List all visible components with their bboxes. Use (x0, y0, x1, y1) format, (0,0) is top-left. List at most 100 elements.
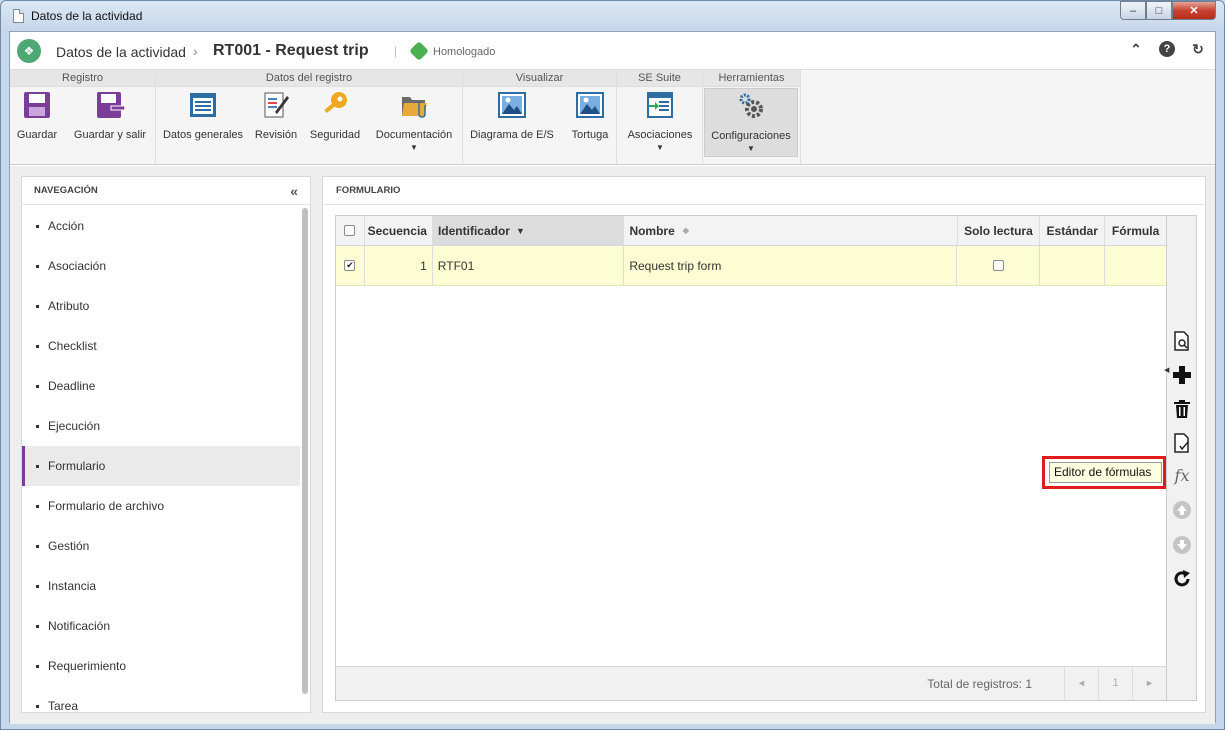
nav-item-formulario[interactable]: Formulario (22, 446, 300, 486)
bullet-icon (36, 705, 39, 709)
nav-item-checklist[interactable]: Checklist (22, 326, 300, 366)
nav-item-tarea[interactable]: Tarea (22, 686, 300, 712)
formula-editor-tooltip: Editor de fórmulas (1049, 462, 1162, 483)
general-data-button[interactable]: Datos generales (160, 90, 246, 141)
form-panel-title: FORMULARIO (323, 177, 1205, 205)
column-header-solo-lectura[interactable]: Solo lectura (958, 216, 1041, 245)
revision-icon (264, 92, 289, 118)
navigation-list: Acción Asociación Atributo Checklist Dea… (22, 206, 300, 712)
folder-clip-icon (402, 97, 427, 118)
navigation-panel: NAVEGACIÓN « Acción Asociación Atributo … (21, 176, 311, 713)
security-label: Seguridad (309, 129, 361, 141)
minimize-button[interactable]: – (1120, 1, 1146, 20)
ribbon-group-title: Visualizar (463, 70, 616, 87)
formula-editor-icon[interactable]: fx (1171, 464, 1193, 486)
bullet-icon (36, 265, 39, 269)
cell-nombre: Request trip form (624, 246, 958, 285)
refresh-grid-icon[interactable] (1171, 568, 1193, 590)
window-title: Datos de la actividad (31, 9, 143, 23)
security-button[interactable]: Seguridad (306, 90, 364, 141)
table-row[interactable]: ✔ 1 RTF01 Request trip form (336, 246, 1166, 286)
nav-item-label: Deadline (48, 379, 96, 393)
cell-identificador: RTF01 (433, 246, 625, 285)
title-bar: Datos de la actividad – □ ✕ (1, 1, 1224, 31)
bullet-icon (36, 545, 39, 549)
save-and-exit-button[interactable]: Guardar y salir (66, 90, 154, 141)
document-icon (13, 9, 24, 23)
diagram-image-icon (498, 92, 526, 118)
edit-document-icon[interactable] (1171, 432, 1193, 454)
table-footer: Total de registros: 1 ◄ 1 ► (336, 666, 1166, 700)
delete-icon[interactable] (1171, 398, 1193, 420)
documentation-label: Documentación (375, 129, 453, 141)
io-diagram-button[interactable]: Diagrama de E/S (469, 90, 555, 141)
column-header-formula[interactable]: Fórmula (1105, 216, 1166, 245)
add-icon[interactable] (1171, 364, 1193, 386)
prev-page-button[interactable]: ◄ (1064, 667, 1098, 700)
nav-item-requerimiento[interactable]: Requerimiento (22, 646, 300, 686)
turtle-image-icon (576, 92, 604, 118)
bullet-icon (36, 385, 39, 389)
select-all-checkbox[interactable] (344, 225, 356, 236)
breadcrumb-parent[interactable]: Datos de la actividad (56, 44, 186, 60)
nav-item-accion[interactable]: Acción (22, 206, 300, 246)
navigation-title: NAVEGACIÓN (34, 185, 98, 196)
save-icon (24, 92, 50, 118)
read-only-checkbox[interactable] (992, 260, 1004, 271)
close-button[interactable]: ✕ (1172, 1, 1216, 20)
bullet-icon (36, 585, 39, 589)
save-button[interactable]: Guardar (12, 90, 62, 141)
activity-logo-icon: ❖ (17, 39, 41, 63)
turtle-button[interactable]: Tortuga (567, 90, 613, 141)
view-document-icon[interactable] (1171, 330, 1193, 352)
row-select-cell: ✔ (336, 246, 365, 285)
nav-item-asociacion[interactable]: Asociación (22, 246, 300, 286)
row-checkbox-checked[interactable]: ✔ (344, 260, 356, 271)
nav-item-label: Checklist (48, 339, 97, 353)
documentation-button[interactable]: Documentación ▼ (368, 90, 460, 152)
column-header-estandar[interactable]: Estándar (1040, 216, 1106, 245)
refresh-icon[interactable]: ↻ (1189, 40, 1207, 58)
collapse-up-icon[interactable]: ⌃ (1127, 40, 1145, 58)
column-label: Nombre (629, 223, 675, 238)
nav-item-notificacion[interactable]: Notificación (22, 606, 300, 646)
move-up-icon[interactable] (1171, 499, 1193, 521)
move-down-icon[interactable] (1171, 534, 1193, 556)
status-check-icon (409, 41, 429, 61)
configurations-label: Configuraciones (711, 130, 791, 142)
column-header-identificador[interactable]: Identificador ▼ (432, 216, 625, 245)
collapse-marker-icon: ◀ (1164, 367, 1170, 374)
nav-item-formulario-archivo[interactable]: Formulario de archivo (22, 486, 300, 526)
nav-item-deadline[interactable]: Deadline (22, 366, 300, 406)
next-page-button[interactable]: ► (1132, 667, 1166, 700)
nav-item-ejecucion[interactable]: Ejecución (22, 406, 300, 446)
bullet-icon (36, 225, 39, 229)
help-icon[interactable]: ? (1159, 41, 1175, 57)
nav-item-label: Requerimiento (48, 659, 127, 673)
ribbon-group-title: Herramientas (703, 70, 800, 87)
nav-item-gestion[interactable]: Gestión (22, 526, 300, 566)
configurations-button[interactable]: Configuraciones ▼ (704, 88, 798, 157)
column-header-nombre[interactable]: Nombre ◆ (624, 216, 958, 245)
nav-item-atributo[interactable]: Atributo (22, 286, 300, 326)
ribbon-group-registro: Registro Guardar Guardar y salir (10, 70, 156, 165)
io-diagram-label: Diagrama de E/S (470, 129, 554, 141)
column-header-secuencia[interactable]: Secuencia (365, 216, 433, 245)
cell-estandar (1040, 246, 1106, 285)
save-label: Guardar (16, 129, 58, 141)
breadcrumb-separator: › (193, 43, 198, 59)
dropdown-caret-icon: ▼ (410, 143, 418, 152)
nav-item-label: Formulario (48, 459, 106, 473)
page-number[interactable]: 1 (1098, 667, 1132, 700)
nav-item-instancia[interactable]: Instancia (22, 566, 300, 606)
maximize-button[interactable]: □ (1146, 1, 1172, 20)
associations-button[interactable]: Asociaciones ▼ (621, 90, 699, 152)
collapse-icon[interactable]: « (290, 177, 298, 205)
nav-item-label: Asociación (48, 259, 107, 273)
nav-item-label: Gestión (48, 539, 90, 553)
navigation-scrollbar[interactable] (302, 208, 308, 694)
nav-item-label: Acción (48, 219, 85, 233)
revision-button[interactable]: Revisión (250, 90, 302, 141)
dropdown-caret-icon: ▼ (747, 144, 755, 153)
header-actions: ⌃ ? ↻ (1127, 40, 1207, 58)
